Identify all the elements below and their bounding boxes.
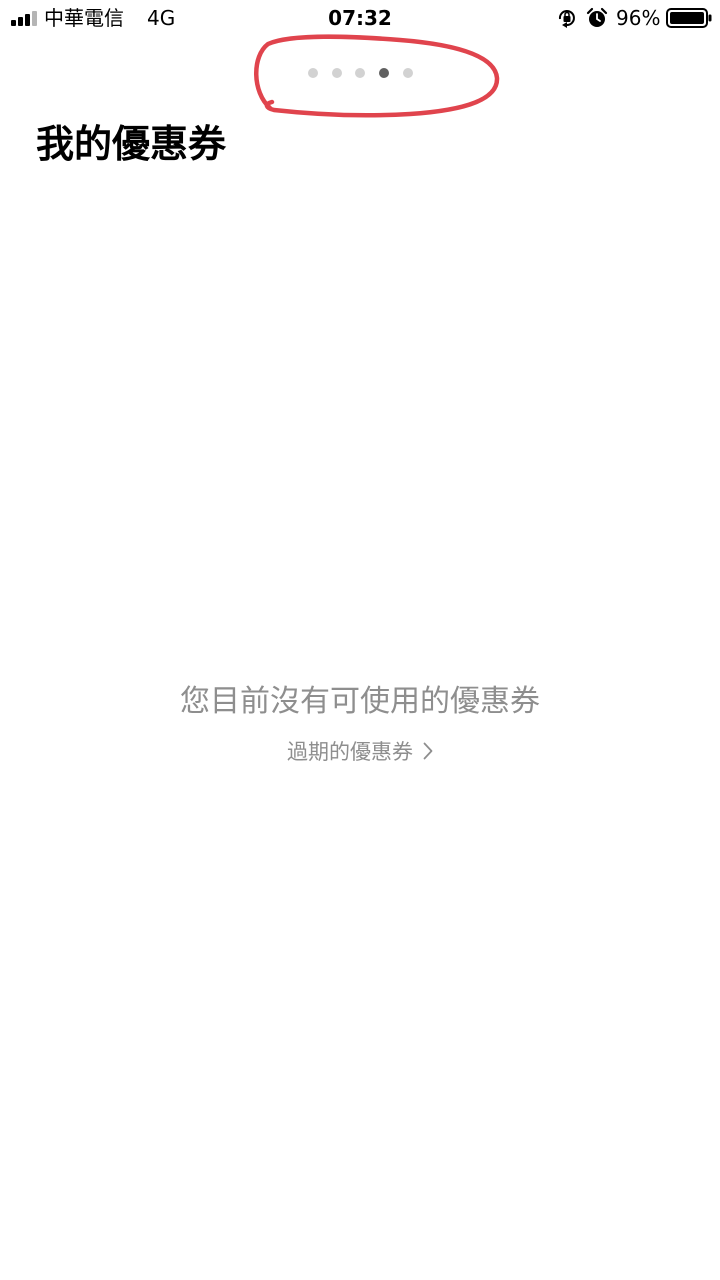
page-title: 我的優惠券 — [36, 122, 227, 166]
chevron-right-icon — [423, 742, 433, 760]
page-dot-active[interactable] — [379, 68, 389, 78]
alarm-icon — [586, 7, 608, 27]
page-indicator[interactable] — [308, 68, 418, 80]
page-dot[interactable] — [332, 68, 342, 78]
page-dot[interactable] — [403, 68, 413, 78]
empty-state-message: 您目前沒有可使用的優惠券 — [180, 684, 540, 719]
expired-coupons-link[interactable]: 過期的優惠券 — [0, 738, 720, 766]
battery-icon — [666, 8, 712, 28]
orientation-lock-icon — [558, 10, 575, 28]
expired-coupons-label: 過期的優惠券 — [287, 740, 413, 764]
status-time: 07:32 — [328, 6, 392, 30]
page-dot[interactable] — [308, 68, 318, 78]
page-dot[interactable] — [355, 68, 365, 78]
battery-percentage: 96% — [616, 6, 661, 30]
